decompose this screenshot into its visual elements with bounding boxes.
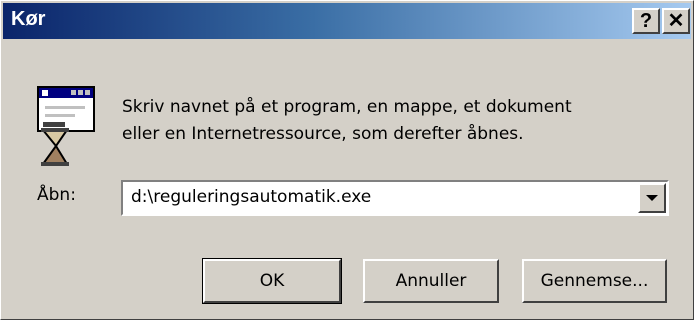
open-label: Åbn:	[37, 185, 76, 205]
run-dialog: Kør ? ✕ Skriv navnet på et program, en m…	[0, 0, 694, 320]
browse-button[interactable]: Gennemse...	[522, 259, 667, 303]
dropdown-button[interactable]	[638, 183, 666, 213]
open-combobox[interactable]: d:\reguleringsautomatik.exe	[121, 180, 669, 216]
ok-button[interactable]: OK	[202, 258, 342, 304]
instruction-line-2: eller en Internetressource, som derefter…	[122, 124, 524, 144]
instruction-line-1: Skriv navnet på et program, en mappe, et…	[122, 97, 572, 117]
window-title: Kør	[11, 8, 46, 30]
open-input[interactable]: d:\reguleringsautomatik.exe	[131, 187, 371, 207]
chevron-down-icon	[646, 195, 658, 201]
help-button[interactable]: ?	[632, 8, 660, 34]
cancel-button[interactable]: Annuller	[363, 259, 499, 303]
close-button[interactable]: ✕	[662, 8, 690, 34]
title-bar[interactable]: Kør ? ✕	[3, 3, 691, 39]
instruction-text: Skriv navnet på et program, en mappe, et…	[122, 94, 682, 148]
close-icon: ✕	[667, 10, 685, 32]
run-program-icon	[37, 86, 95, 166]
